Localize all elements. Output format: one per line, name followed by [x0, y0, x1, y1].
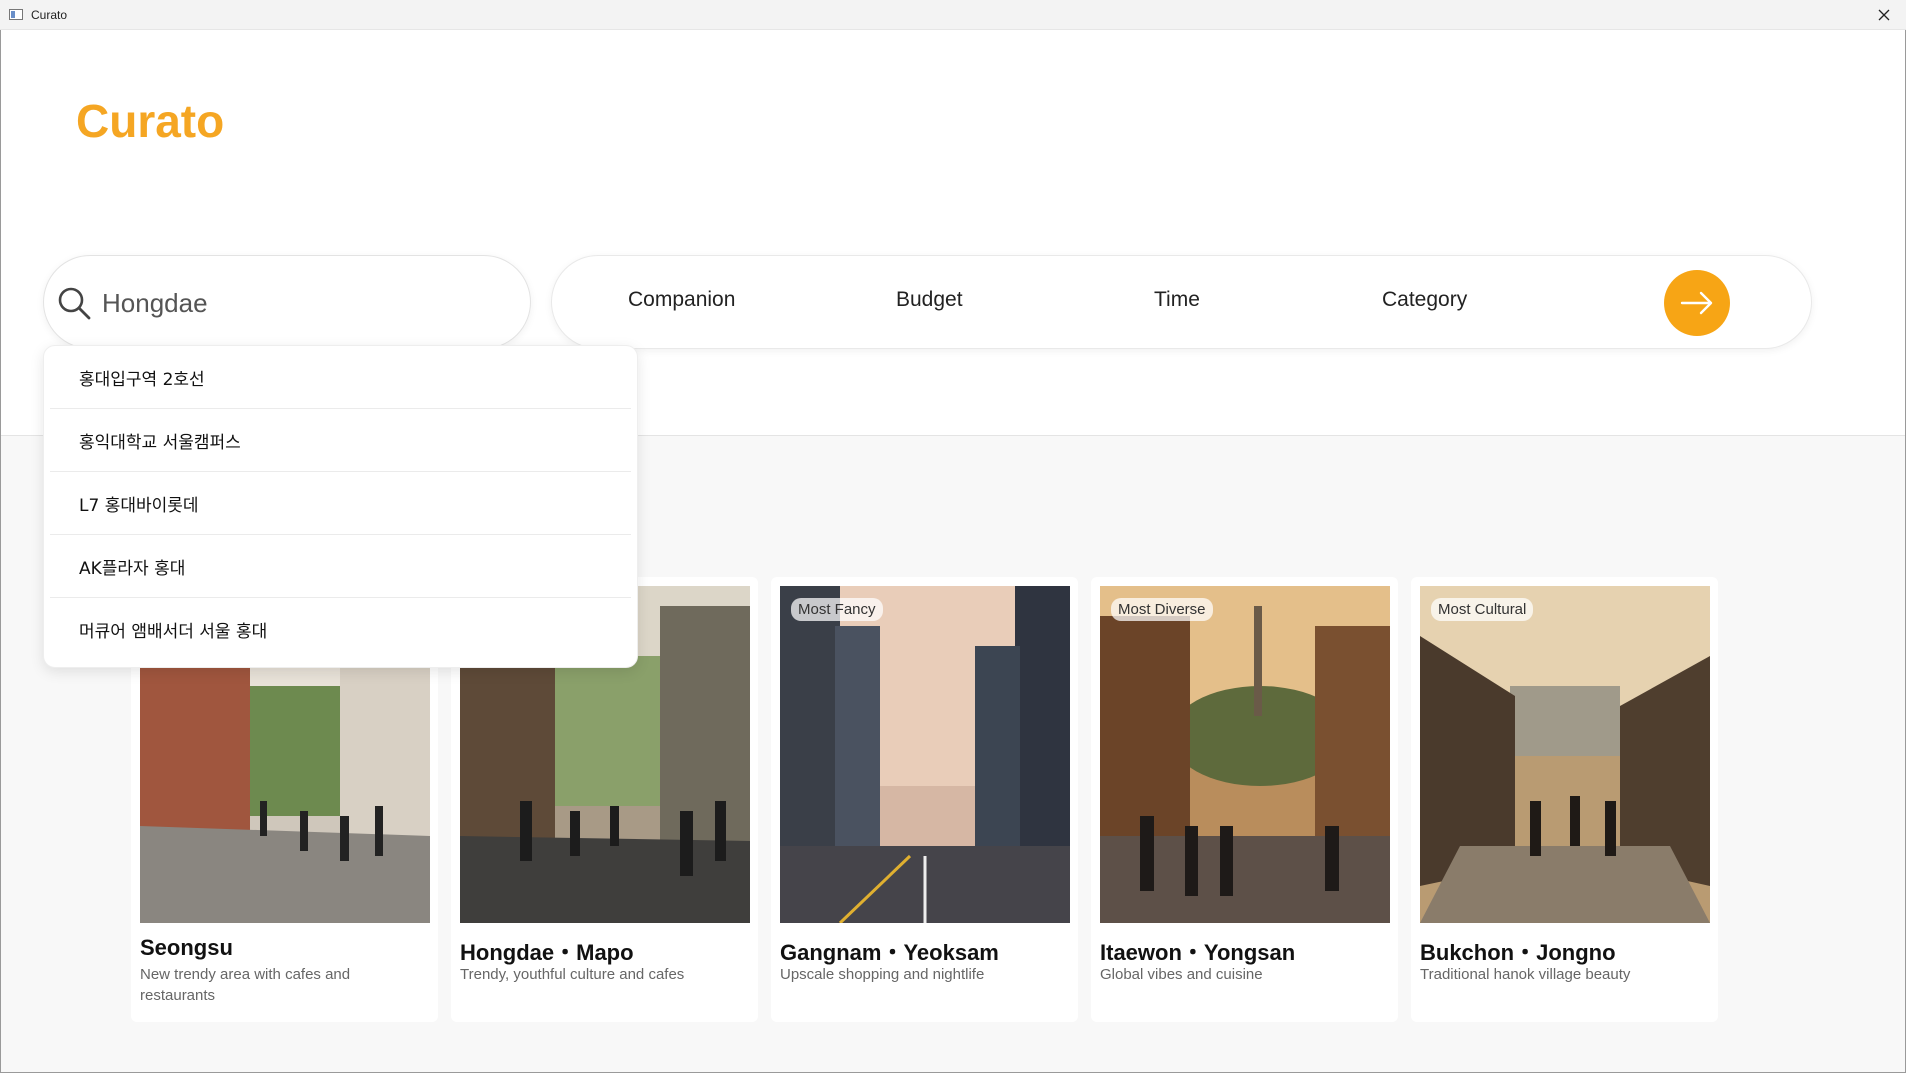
card-description: Trendy, youthful culture and cafes [460, 966, 685, 983]
card-image: Most Cultural [1420, 586, 1710, 923]
card-description: Upscale shopping and nightlife [780, 966, 985, 983]
suggestion-item[interactable]: 홍익대학교 서울캠퍼스 [50, 409, 631, 472]
search-icon [58, 287, 91, 320]
card-title: Hongdae・Mapo [460, 940, 634, 965]
filter-companion[interactable]: Companion [628, 288, 735, 312]
search-submit-button[interactable] [1664, 270, 1730, 336]
area-card-gangnam[interactable]: Most Fancy Gangnam・Yeoksam Upscale shopp… [771, 577, 1078, 1022]
card-image: Most Diverse [1100, 586, 1390, 923]
card-title: Seongsu [140, 935, 233, 960]
window-close-button[interactable] [1870, 3, 1898, 27]
app-logo[interactable]: Curato [76, 94, 224, 148]
filter-budget[interactable]: Budget [896, 288, 963, 312]
area-card-bukchon[interactable]: Most Cultural Bukchon・Jongno Traditional… [1411, 577, 1718, 1022]
search-input[interactable] [102, 282, 502, 324]
suggestion-item[interactable]: L7 홍대바이롯데 [50, 472, 631, 535]
card-description: Global vibes and cuisine [1100, 966, 1263, 983]
window-titlebar: Curato [0, 0, 1906, 30]
suggestion-item[interactable]: 홍대입구역 2호선 [50, 346, 631, 409]
filter-time[interactable]: Time [1154, 288, 1200, 312]
window-title: Curato [31, 8, 68, 22]
close-icon [1878, 9, 1890, 21]
app-window-icon [9, 9, 23, 20]
search-box[interactable] [43, 255, 531, 349]
card-title: Gangnam・Yeoksam [780, 940, 999, 965]
card-badge: Most Diverse [1111, 598, 1213, 621]
card-badge: Most Fancy [791, 598, 883, 621]
arrow-right-icon [1680, 291, 1713, 315]
search-suggestions-dropdown: 홍대입구역 2호선 홍익대학교 서울캠퍼스 L7 홍대바이롯데 AK플라자 홍대… [43, 345, 638, 668]
card-description: Traditional hanok village beauty [1420, 966, 1631, 983]
suggestion-item[interactable]: 머큐어 앰배서더 서울 홍대 [50, 598, 631, 661]
card-badge: Most Cultural [1431, 598, 1534, 621]
card-title: Bukchon・Jongno [1420, 940, 1616, 965]
card-title: Itaewon・Yongsan [1100, 940, 1296, 965]
filter-bar: Companion Budget Time Category [551, 255, 1812, 349]
filter-category[interactable]: Category [1382, 288, 1467, 312]
card-image: Most Fancy [780, 586, 1070, 923]
area-card-itaewon[interactable]: Most Diverse Itaewon・Yongsan Global vibe… [1091, 577, 1398, 1022]
card-description: New trendy area with cafes and restauran… [140, 966, 351, 1004]
suggestion-item[interactable]: AK플라자 홍대 [50, 535, 631, 598]
